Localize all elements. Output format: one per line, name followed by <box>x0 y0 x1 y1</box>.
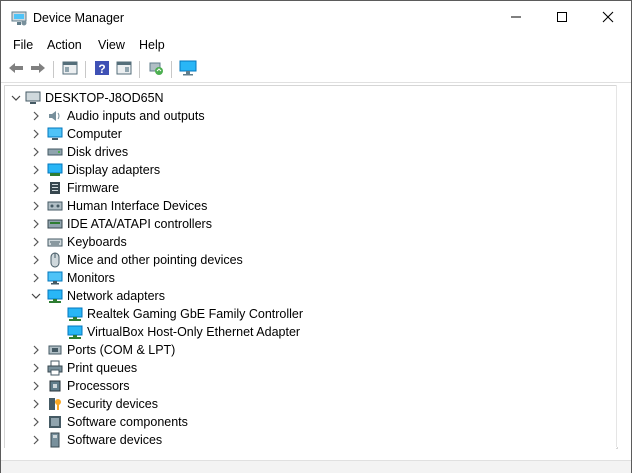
update-driver-icon <box>116 61 132 78</box>
toolbar-separator <box>139 61 140 78</box>
tree-item-processors[interactable]: Processors <box>31 377 130 395</box>
forward-arrow-icon <box>30 61 46 78</box>
chevron-right-icon[interactable] <box>31 201 41 211</box>
device-manager-icon <box>11 10 27 26</box>
toolbar-separator <box>53 61 54 78</box>
processor-icon <box>47 378 63 394</box>
device-manager-window: Device Manager File Action View Help ? D… <box>0 0 632 473</box>
tree-subitem-virtualbox[interactable]: VirtualBox Host-Only Ethernet Adapter <box>67 323 300 341</box>
tree-item-hid[interactable]: Human Interface Devices <box>31 197 207 215</box>
port-icon <box>47 342 63 358</box>
menu-bar: File Action View Help <box>1 35 631 55</box>
maximize-icon <box>556 11 568 26</box>
chevron-right-icon[interactable] <box>31 111 41 121</box>
printer-icon <box>47 360 63 376</box>
properties-icon <box>62 61 78 78</box>
forward-button[interactable] <box>29 60 47 78</box>
chevron-right-icon[interactable] <box>31 255 41 265</box>
chevron-right-icon[interactable] <box>31 165 41 175</box>
window-title: Device Manager <box>33 11 125 25</box>
back-button[interactable] <box>7 60 25 78</box>
network-adapter-icon <box>47 288 63 304</box>
chevron-down-icon[interactable] <box>31 291 41 301</box>
svg-text:?: ? <box>98 62 105 76</box>
root-label: DESKTOP-J8OD65N <box>45 91 164 105</box>
horizontal-scrollbar[interactable] <box>4 448 616 460</box>
ide-controller-icon <box>47 216 63 232</box>
tree-item-network-adapters[interactable]: Network adapters <box>31 287 165 305</box>
toolbar-separator <box>171 61 172 78</box>
display-adapter-icon <box>47 162 63 178</box>
chevron-right-icon[interactable] <box>31 435 41 445</box>
tree-item-mice[interactable]: Mice and other pointing devices <box>31 251 243 269</box>
chevron-right-icon[interactable] <box>31 417 41 427</box>
minimize-button[interactable] <box>493 1 539 35</box>
scan-hardware-button[interactable] <box>147 60 165 78</box>
chevron-right-icon[interactable] <box>31 237 41 247</box>
menu-action[interactable]: Action <box>47 38 82 52</box>
mouse-icon <box>47 252 63 268</box>
tree-item-ports[interactable]: Ports (COM & LPT) <box>31 341 175 359</box>
firmware-icon <box>47 180 63 196</box>
maximize-button[interactable] <box>539 1 585 35</box>
network-adapter-icon <box>67 324 83 340</box>
chevron-right-icon[interactable] <box>31 129 41 139</box>
chevron-down-icon[interactable] <box>11 93 21 103</box>
chevron-right-icon[interactable] <box>31 147 41 157</box>
close-icon <box>602 11 614 26</box>
scan-hardware-icon <box>148 60 164 79</box>
tree-item-security-devices[interactable]: Security devices <box>31 395 158 413</box>
toolbar-separator <box>85 61 86 78</box>
chevron-right-icon[interactable] <box>31 273 41 283</box>
chevron-right-icon[interactable] <box>31 381 41 391</box>
keyboard-icon <box>47 234 63 250</box>
tree-item-firmware[interactable]: Firmware <box>31 179 119 197</box>
menu-help[interactable]: Help <box>139 38 165 52</box>
tree-item-disk-drives[interactable]: Disk drives <box>31 143 128 161</box>
chevron-right-icon[interactable] <box>31 183 41 193</box>
chevron-right-icon[interactable] <box>31 399 41 409</box>
device-tree[interactable]: DESKTOP-J8OD65N Audio inputs and outputs… <box>4 85 618 449</box>
speaker-icon <box>47 108 63 124</box>
back-arrow-icon <box>8 61 24 78</box>
tree-root[interactable]: DESKTOP-J8OD65N <box>11 89 164 107</box>
properties-button[interactable] <box>61 60 79 78</box>
security-key-icon <box>47 396 63 412</box>
minimize-icon <box>510 11 522 26</box>
help-icon: ? <box>94 60 110 79</box>
software-device-icon <box>47 432 63 448</box>
close-button[interactable] <box>585 1 631 35</box>
chevron-right-icon[interactable] <box>31 363 41 373</box>
software-component-icon <box>47 414 63 430</box>
disk-drive-icon <box>47 144 63 160</box>
tree-item-keyboards[interactable]: Keyboards <box>31 233 127 251</box>
menu-view[interactable]: View <box>98 38 125 52</box>
title-bar: Device Manager <box>1 1 631 35</box>
monitor-icon <box>179 60 197 79</box>
tree-item-print-queues[interactable]: Print queues <box>31 359 137 377</box>
chevron-right-icon[interactable] <box>31 219 41 229</box>
tree-item-computer[interactable]: Computer <box>31 125 122 143</box>
tree-item-software-components[interactable]: Software components <box>31 413 188 431</box>
tree-item-monitors[interactable]: Monitors <box>31 269 115 287</box>
computer-icon <box>47 126 63 142</box>
tree-subitem-realtek[interactable]: Realtek Gaming GbE Family Controller <box>67 305 303 323</box>
vertical-scrollbar[interactable] <box>616 85 631 447</box>
menu-file[interactable]: File <box>13 38 33 52</box>
chevron-right-icon[interactable] <box>31 345 41 355</box>
help-button[interactable]: ? <box>93 60 111 78</box>
tree-item-audio[interactable]: Audio inputs and outputs <box>31 107 205 125</box>
status-bar <box>1 460 631 473</box>
toolbar: ? <box>1 57 631 83</box>
tree-item-display-adapters[interactable]: Display adapters <box>31 161 160 179</box>
tree-item-ide[interactable]: IDE ATA/ATAPI controllers <box>31 215 212 233</box>
monitor-icon <box>47 270 63 286</box>
monitor-button[interactable] <box>179 60 197 78</box>
tree-item-software-devices[interactable]: Software devices <box>31 431 162 448</box>
hid-icon <box>47 198 63 214</box>
computer-icon <box>25 90 41 106</box>
update-driver-button[interactable] <box>115 60 133 78</box>
network-adapter-icon <box>67 306 83 322</box>
